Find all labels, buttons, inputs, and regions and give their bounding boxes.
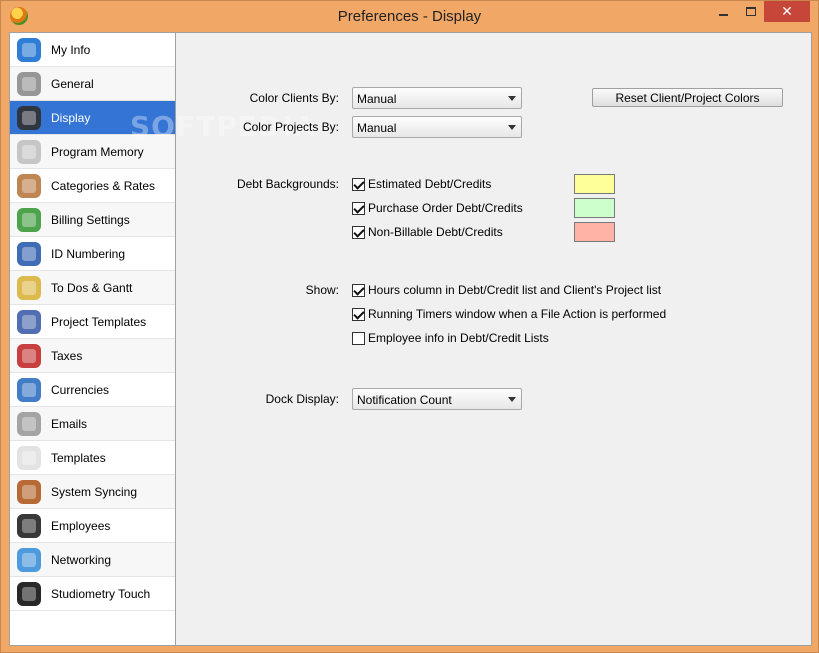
debt-checkbox[interactable] bbox=[352, 201, 365, 215]
sidebar-item-categories-rates[interactable]: Categories & Rates bbox=[10, 169, 175, 203]
sidebar-item-label: Templates bbox=[51, 450, 106, 465]
show-checkbox[interactable] bbox=[352, 283, 365, 297]
show-checkbox[interactable] bbox=[352, 307, 365, 321]
dock-display-value: Notification Count bbox=[357, 393, 452, 407]
dock-display-select[interactable]: Notification Count bbox=[352, 388, 522, 410]
sidebar-item-label: ID Numbering bbox=[51, 246, 126, 261]
monitor-icon bbox=[14, 103, 44, 133]
gears-icon bbox=[14, 69, 44, 99]
sidebar-item-project-templates[interactable]: Project Templates bbox=[10, 305, 175, 339]
show-option-label: Running Timers window when a File Action… bbox=[368, 307, 667, 321]
dock-display-label: Dock Display: bbox=[265, 392, 339, 406]
money-gear-icon bbox=[14, 205, 44, 235]
checklist-icon bbox=[14, 273, 44, 303]
debt-option-label: Non-Billable Debt/Credits bbox=[368, 225, 503, 239]
sidebar-item-emails[interactable]: Emails bbox=[10, 407, 175, 441]
debt-option-label: Purchase Order Debt/Credits bbox=[368, 201, 523, 215]
show-label: Show: bbox=[305, 283, 339, 297]
sidebar-item-label: System Syncing bbox=[51, 484, 138, 499]
debt-backgrounds-label: Debt Backgrounds: bbox=[236, 177, 339, 191]
debt-checkbox[interactable] bbox=[352, 177, 365, 191]
chevron-down-icon bbox=[508, 96, 516, 101]
sidebar-item-label: Currencies bbox=[51, 382, 110, 397]
calendar-sync-icon bbox=[14, 477, 44, 507]
show-option-label: Employee info in Debt/Credit Lists bbox=[368, 331, 549, 345]
debt-color-swatch[interactable] bbox=[574, 174, 615, 194]
sidebar-item-general[interactable]: General bbox=[10, 67, 175, 101]
sidebar-item-currencies[interactable]: Currencies bbox=[10, 373, 175, 407]
color-clients-value: Manual bbox=[357, 92, 397, 106]
show-option-row[interactable]: Running Timers window when a File Action… bbox=[352, 306, 666, 322]
sidebar-item-billing-settings[interactable]: Billing Settings bbox=[10, 203, 175, 237]
sidebar-item-label: To Dos & Gantt bbox=[51, 280, 133, 295]
sidebar-item-system-syncing[interactable]: System Syncing bbox=[10, 475, 175, 509]
chevron-down-icon bbox=[508, 125, 516, 130]
preferences-window: Preferences - Display ✕ My Info General Di… bbox=[0, 0, 819, 653]
debt-option-row[interactable]: Purchase Order Debt/Credits bbox=[352, 200, 523, 216]
sidebar-item-label: Networking bbox=[51, 552, 112, 567]
close-button[interactable]: ✕ bbox=[764, 1, 810, 22]
people-icon bbox=[14, 511, 44, 541]
chevron-down-icon bbox=[508, 397, 516, 402]
phone-icon bbox=[14, 579, 44, 609]
minimize-button[interactable] bbox=[709, 1, 737, 22]
sidebar-item-label: Program Memory bbox=[51, 144, 144, 159]
sidebar-item-label: General bbox=[51, 76, 94, 91]
show-option-label: Hours column in Debt/Credit list and Cli… bbox=[368, 283, 662, 297]
envelope-icon bbox=[14, 409, 44, 439]
sidebar-item-label: Billing Settings bbox=[51, 212, 130, 227]
show-option-row[interactable]: Hours column in Debt/Credit list and Cli… bbox=[352, 282, 661, 298]
debt-option-row[interactable]: Estimated Debt/Credits bbox=[352, 176, 491, 192]
reset-colors-button[interactable]: Reset Client/Project Colors bbox=[592, 88, 783, 107]
window-title: Preferences - Display bbox=[337, 8, 482, 25]
currency-icon bbox=[14, 375, 44, 405]
sidebar-item-networking[interactable]: Networking bbox=[10, 543, 175, 577]
debt-color-swatch[interactable] bbox=[574, 198, 615, 218]
sidebar-item-studiometry-touch[interactable]: Studiometry Touch bbox=[10, 577, 175, 611]
sidebar-item-label: Employees bbox=[51, 518, 111, 533]
close-icon: ✕ bbox=[781, 3, 793, 19]
color-clients-select[interactable]: Manual bbox=[352, 87, 522, 109]
title-bar[interactable]: Preferences - Display ✕ bbox=[1, 1, 818, 32]
globe-icon bbox=[14, 545, 44, 575]
sidebar-item-label: Emails bbox=[51, 416, 88, 431]
document-pencil-icon bbox=[14, 443, 44, 473]
sidebar-item-label: Taxes bbox=[51, 348, 83, 363]
sidebar-item-label: Project Templates bbox=[51, 314, 147, 329]
debt-option-label: Estimated Debt/Credits bbox=[368, 177, 492, 191]
maximize-icon bbox=[746, 7, 756, 16]
maximize-button[interactable] bbox=[738, 1, 764, 22]
sidebar-item-label: Studiometry Touch bbox=[51, 586, 151, 601]
sidebar-item-my-info[interactable]: My Info bbox=[10, 33, 175, 67]
minimize-icon bbox=[718, 13, 728, 16]
color-projects-label: Color Projects By: bbox=[242, 120, 339, 134]
sidebar-item-to-dos-gantt[interactable]: To Dos & Gantt bbox=[10, 271, 175, 305]
sidebar-item-templates[interactable]: Templates bbox=[10, 441, 175, 475]
sidebar-item-label: My Info bbox=[51, 42, 91, 57]
preferences-body: My Info General Display Program Memory Categ… bbox=[9, 32, 812, 646]
sidebar-item-employees[interactable]: Employees bbox=[10, 509, 175, 543]
debt-option-row[interactable]: Non-Billable Debt/Credits bbox=[352, 224, 503, 240]
color-projects-select[interactable]: Manual bbox=[352, 116, 522, 138]
magnet-icon bbox=[14, 341, 44, 371]
color-clients-label: Color Clients By: bbox=[249, 91, 339, 105]
debt-color-swatch[interactable] bbox=[574, 222, 615, 242]
id-card-icon bbox=[14, 239, 44, 269]
display-settings-panel: Color Clients By: Manual Reset Client/Pr… bbox=[176, 33, 812, 645]
memory-chart-icon bbox=[14, 137, 44, 167]
sidebar-item-taxes[interactable]: Taxes bbox=[10, 339, 175, 373]
sidebar-item-label: Categories & Rates bbox=[51, 178, 156, 193]
debt-checkbox[interactable] bbox=[352, 225, 365, 239]
info-icon bbox=[14, 35, 44, 65]
color-projects-value: Manual bbox=[357, 121, 397, 135]
drawers-icon bbox=[14, 171, 44, 201]
show-checkbox[interactable] bbox=[352, 331, 365, 345]
sidebar-item-id-numbering[interactable]: ID Numbering bbox=[10, 237, 175, 271]
show-option-row[interactable]: Employee info in Debt/Credit Lists bbox=[352, 330, 549, 346]
blueprint-pencil-icon bbox=[14, 307, 44, 337]
sidebar-item-label: Display bbox=[51, 110, 91, 125]
